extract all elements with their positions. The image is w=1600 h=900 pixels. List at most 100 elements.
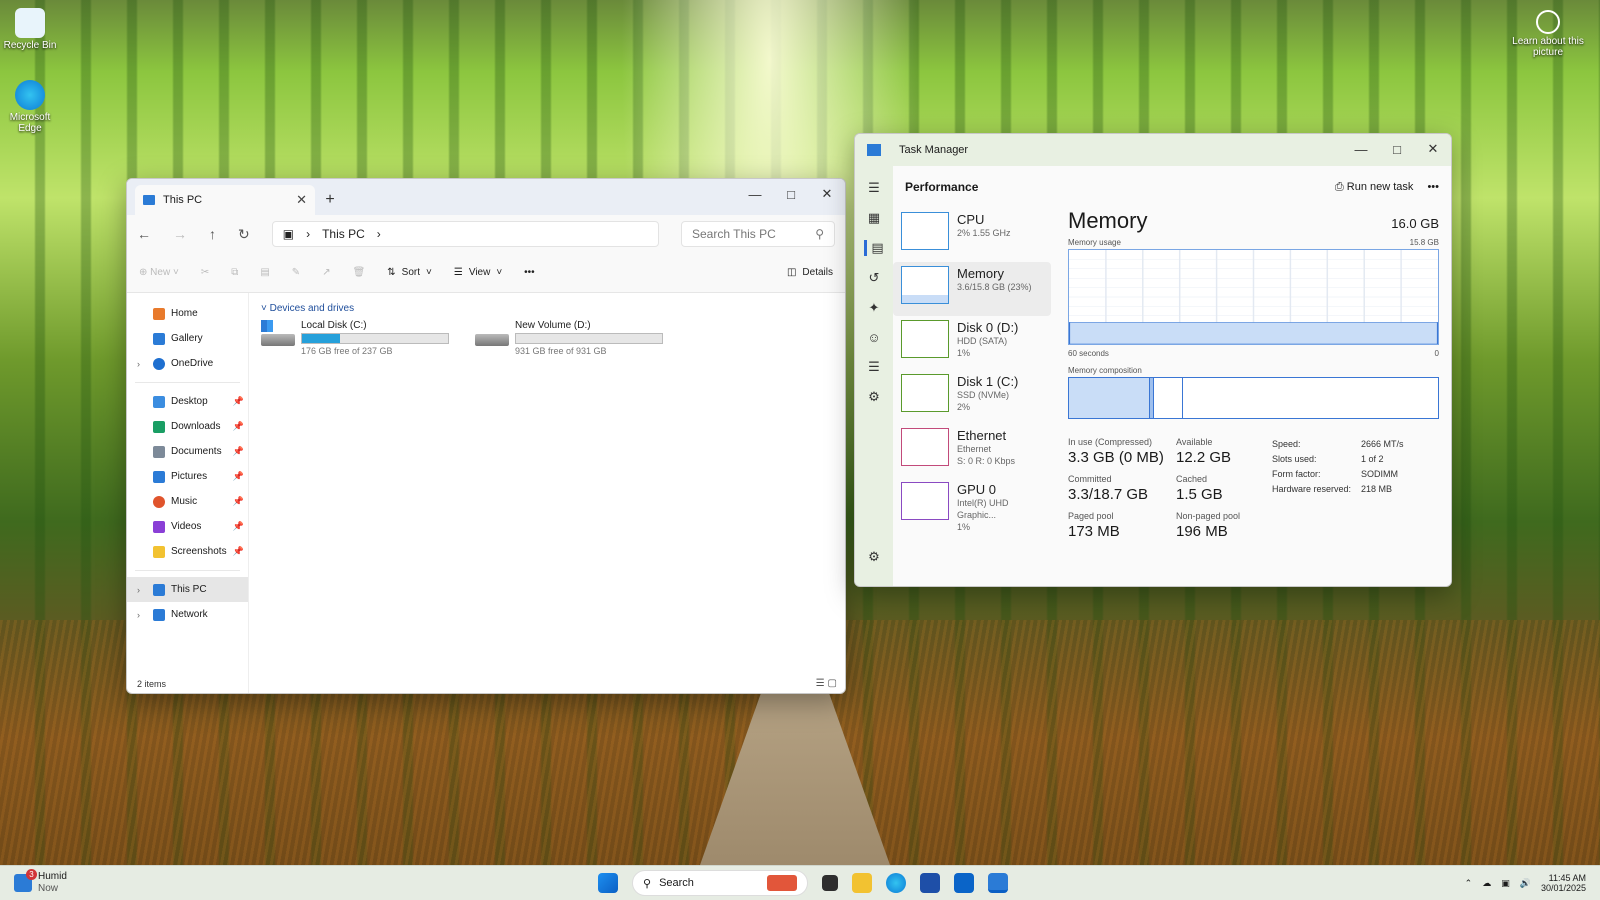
details-icon[interactable]: ☰ [868, 359, 880, 375]
chevron-right-icon: › [376, 227, 381, 241]
edge-shortcut[interactable]: Microsoft Edge [0, 80, 60, 134]
new-button[interactable]: ⊕ New ˅ [139, 267, 179, 278]
sidebar-item-screenshots[interactable]: Screenshots 📌 [127, 539, 248, 564]
sidebar-item-documents[interactable]: Documents 📌 [127, 439, 248, 464]
run-new-task-button[interactable]: ⎙ Run new task [1335, 181, 1414, 194]
more-button[interactable]: ••• [524, 267, 535, 278]
recycle-bin-shortcut[interactable]: Recycle Bin [0, 8, 60, 51]
search-icon: ⚲ [643, 877, 652, 890]
sidebar-item-onedrive[interactable]: › OneDrive [127, 351, 248, 376]
perf-item-disk1[interactable]: Disk 1 (C:) SSD (NVMe) 2% [893, 370, 1055, 424]
sort-button[interactable]: ⇅ Sort ˅ [387, 267, 432, 278]
taskbar-search[interactable]: ⚲ Search [632, 870, 808, 896]
tab-this-pc[interactable]: This PC ✕ [135, 185, 315, 215]
learn-about-picture[interactable]: Learn about this picture [1508, 10, 1588, 58]
drive-item[interactable]: Local Disk (C:) 176 GB free of 237 GB [261, 320, 461, 356]
services-icon[interactable]: ⚙ [868, 389, 880, 405]
perf-item-memory[interactable]: Memory 3.6/15.8 GB (23%) [893, 262, 1051, 316]
drive-usage-bar [515, 333, 663, 344]
settings-icon[interactable]: ⚙ [868, 549, 880, 565]
search-highlight-icon [767, 875, 797, 891]
details-button[interactable]: ◫ Details [787, 267, 833, 278]
task-view-icon[interactable] [822, 875, 838, 891]
onedrive-icon[interactable]: ☁ [1482, 878, 1491, 889]
edge-icon[interactable] [886, 873, 906, 893]
copy-icon[interactable]: ⧉ [231, 267, 238, 278]
maximize-button[interactable]: □ [1379, 134, 1415, 164]
sidebar-item-music[interactable]: Music 📌 [127, 489, 248, 514]
drive-d-icon [475, 320, 509, 346]
task-manager-icon[interactable] [988, 873, 1008, 893]
sidebar-item-network[interactable]: › Network [127, 602, 248, 627]
pin-icon: 📌 [232, 546, 244, 556]
document-icon [153, 445, 165, 458]
performance-icon[interactable]: ▤ [864, 240, 884, 256]
music-icon [153, 495, 165, 508]
users-icon[interactable]: ☺ [867, 330, 880, 345]
pin-icon: 📌 [232, 396, 244, 406]
sidebar-item-downloads[interactable]: Downloads 📌 [127, 414, 248, 439]
standby-segment [1154, 378, 1184, 418]
minimize-button[interactable]: — [737, 179, 773, 209]
file-explorer-window: This PC ✕ + — □ ✕ ← → ↑ ↻ ▣ › This PC › … [126, 178, 846, 694]
address-bar[interactable]: ▣ › This PC › [271, 221, 659, 247]
back-icon[interactable]: ← [137, 226, 151, 242]
view-toggle[interactable]: ☰ ▢ [816, 678, 837, 689]
chevron-up-icon[interactable]: ⌃ [1465, 878, 1473, 889]
sidebar-item-videos[interactable]: Videos 📌 [127, 514, 248, 539]
processes-icon[interactable]: ▦ [868, 210, 880, 226]
more-options-button[interactable]: ••• [1427, 181, 1439, 193]
delete-icon[interactable]: 🗑 [353, 267, 366, 278]
weather-widget[interactable]: 3 Humid Now [14, 869, 67, 895]
ethernet-thumbnail [901, 428, 949, 466]
explorer-titlebar: This PC ✕ + — □ ✕ [127, 179, 845, 215]
recycle-bin-label: Recycle Bin [3, 40, 57, 51]
sidebar-item-desktop[interactable]: Desktop 📌 [127, 389, 248, 414]
tab-close-button[interactable]: ✕ [296, 192, 307, 208]
group-header[interactable]: ˅ Devices and drives [261, 303, 833, 314]
paste-icon[interactable]: ▤ [260, 267, 269, 278]
in-use-segment [1069, 378, 1151, 418]
sidebar-item-home[interactable]: Home [127, 301, 248, 326]
monitor-icon [153, 583, 165, 596]
up-icon[interactable]: ↑ [209, 226, 216, 242]
chevron-right-icon: › [306, 227, 311, 241]
perf-item-gpu[interactable]: GPU 0 Intel(R) UHD Graphic... 1% [893, 478, 1055, 532]
sidebar-item-pictures[interactable]: Pictures 📌 [127, 464, 248, 489]
startup-icon[interactable]: ✦ [869, 300, 880, 316]
view-button[interactable]: ☰ View ˅ [454, 267, 502, 278]
new-tab-button[interactable]: + [315, 185, 345, 215]
volume-icon[interactable]: 🔊 [1520, 878, 1531, 889]
file-explorer-icon[interactable] [852, 873, 872, 893]
close-button[interactable]: ✕ [1415, 134, 1451, 164]
start-icon[interactable] [598, 873, 618, 893]
cut-icon[interactable]: ✂ [201, 267, 209, 278]
refresh-icon[interactable]: ↻ [238, 226, 250, 243]
disk1-thumbnail [901, 374, 949, 412]
perf-item-disk0[interactable]: Disk 0 (D:) HDD (SATA) 1% [893, 316, 1055, 370]
notification-badge: 3 [26, 869, 37, 880]
minimize-button[interactable]: — [1343, 134, 1379, 164]
close-button[interactable]: ✕ [809, 179, 845, 209]
maximize-button[interactable]: □ [773, 179, 809, 209]
search-input[interactable]: Search This PC ⚲ [681, 221, 835, 247]
clock[interactable]: 11:45 AM 30/01/2025 [1541, 873, 1586, 893]
download-icon [153, 420, 165, 433]
hamburger-icon[interactable]: ☰ [868, 180, 880, 196]
memory-total: 16.0 GB [1391, 216, 1439, 231]
perf-item-ethernet[interactable]: Ethernet Ethernet S: 0 R: 0 Kbps [893, 424, 1055, 478]
pictures-icon [153, 470, 165, 483]
status-bar: 2 items [137, 679, 167, 689]
store-icon[interactable] [920, 873, 940, 893]
network-icon[interactable]: ▣ [1501, 878, 1510, 889]
drive-item[interactable]: New Volume (D:) 931 GB free of 931 GB [475, 320, 675, 356]
sidebar-item-this-pc[interactable]: › This PC [127, 577, 248, 602]
rename-icon[interactable]: ✎ [292, 267, 300, 278]
perf-item-cpu[interactable]: CPU 2% 1.55 GHz [893, 208, 1055, 262]
sidebar-item-gallery[interactable]: Gallery [127, 326, 248, 351]
committed-stat: Committed 3.3/18.7 GB [1068, 474, 1149, 503]
share-icon[interactable]: ↗ [322, 267, 330, 278]
outlook-icon[interactable] [954, 873, 974, 893]
forward-icon[interactable]: → [173, 226, 187, 242]
app-history-icon[interactable]: ↺ [869, 270, 880, 286]
